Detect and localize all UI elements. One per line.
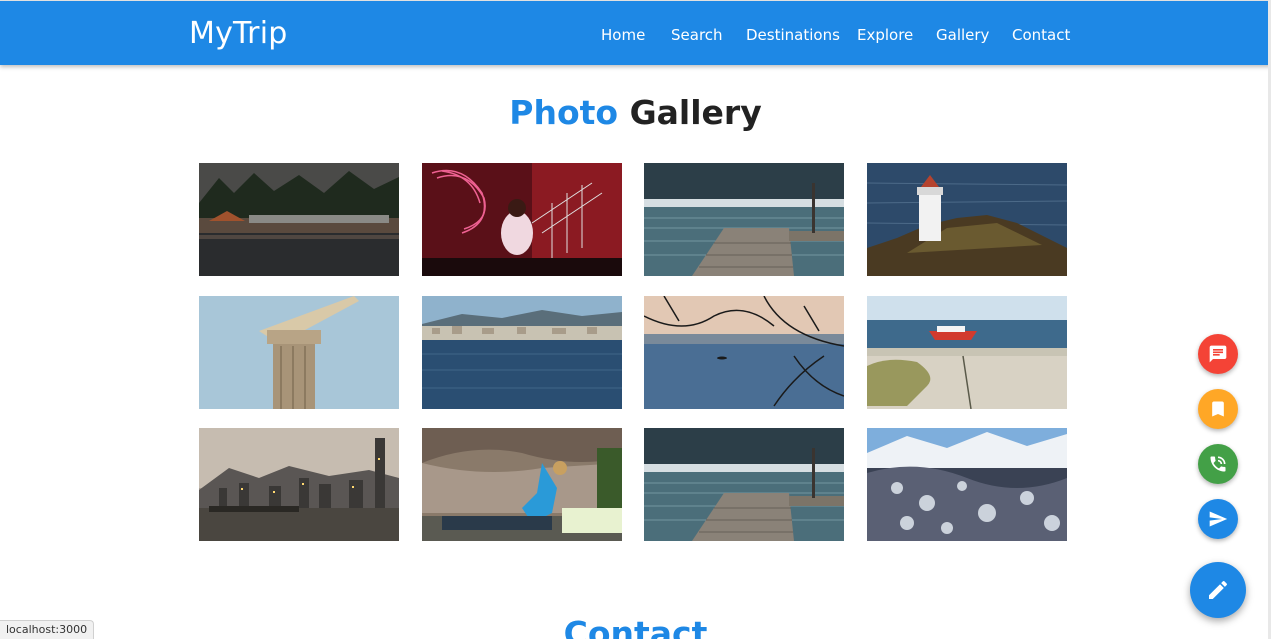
bookmark-fab-button[interactable] [1198, 389, 1238, 429]
gallery-photo-light-painting-person[interactable] [422, 163, 622, 276]
gallery-photo-stone-pillar[interactable] [199, 296, 399, 409]
browser-status-url: localhost:3000 [0, 620, 95, 639]
gallery-title: Photo Gallery [0, 93, 1271, 133]
nav-link-contact[interactable]: Contact [1012, 25, 1070, 45]
gallery-photo-beach-huts-night[interactable] [199, 163, 399, 276]
gallery-photo-snowy-mountain-valley[interactable] [867, 428, 1067, 541]
gallery-photo-beach-boats[interactable] [867, 296, 1067, 409]
gallery-photo-lake-pier-2[interactable] [644, 428, 844, 541]
bookmark-icon [1212, 401, 1224, 417]
gallery-photo-lighthouse-cliff[interactable] [867, 163, 1067, 276]
gallery-photo-lake-branches-sunset[interactable] [644, 296, 844, 409]
contact-title: Contact [563, 614, 708, 639]
gallery-photo-city-skyline-harbor[interactable] [199, 428, 399, 541]
edit-icon [1209, 580, 1228, 599]
message-icon [1209, 345, 1227, 363]
navbar: MyTrip Home Search Destinations Explore … [0, 0, 1271, 65]
nav-links: Home Search Destinations Explore Gallery… [0, 25, 1271, 45]
message-fab-button[interactable] [1198, 334, 1238, 374]
gallery-title-rest: Gallery [629, 93, 762, 132]
gallery-photo-coastal-town[interactable] [422, 296, 622, 409]
nav-link-home[interactable]: Home [601, 25, 645, 45]
send-icon [1209, 511, 1228, 527]
phone-fab-button[interactable] [1198, 444, 1238, 484]
gallery-photo-rock-climber[interactable] [422, 428, 622, 541]
nav-link-search[interactable]: Search [671, 25, 723, 45]
gallery-photo-lake-pier[interactable] [644, 163, 844, 276]
phone-icon [1210, 456, 1226, 472]
send-fab-button[interactable] [1198, 499, 1238, 539]
edit-fab-main-button[interactable] [1190, 562, 1246, 618]
nav-link-destinations[interactable]: Destinations [746, 25, 840, 45]
gallery-title-accent: Photo [509, 93, 619, 132]
nav-link-gallery[interactable]: Gallery [936, 25, 989, 45]
nav-link-explore[interactable]: Explore [857, 25, 913, 45]
